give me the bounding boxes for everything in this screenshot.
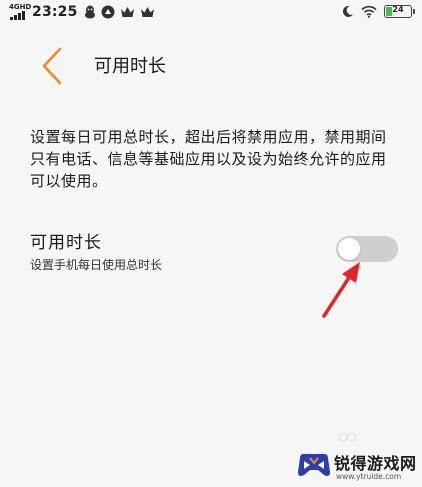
wifi-icon [361,5,377,18]
red-arrow-annotation [322,262,360,318]
signal-bars [10,11,25,20]
watermark-name: 锐得游戏网 [334,454,417,473]
setting-title: 可用时长 [30,233,102,253]
crown-icon [120,7,134,17]
toggle-knob [338,238,360,260]
page-title: 可用时长 [94,56,166,77]
battery-icon: 24 [384,5,415,18]
gamepad-logo-icon [298,453,330,476]
watermark: 锐得游戏网 www.ytruide.com [296,448,416,484]
battery-level: 24 [392,5,404,14]
status-time: 23:25 [32,4,78,20]
status-left: 4GHD 23:25 [8,3,155,21]
back-button[interactable] [34,44,74,88]
setting-subtitle: 设置手机每日使用总时长 [30,258,163,272]
qq-icon [84,5,95,19]
cellular-signal-icon: 4GHD [8,3,32,21]
faint-decoration: ○○ [338,430,356,443]
notification-icons [84,5,155,19]
chevron-left-icon [42,47,62,85]
status-right: 24 [341,5,415,18]
app-notification-icon [101,5,115,19]
network-type-label: 4GHD [9,3,32,11]
crown-icon [140,7,154,17]
status-bar: 4GHD 23:25 24 [0,0,422,26]
header: 可用时长 [0,36,422,96]
moon-icon [342,5,353,17]
watermark-url: www.ytruide.com [336,472,402,481]
description-text: 设置每日可用总时长，超出后将禁用应用，禁用期间只有电话、信息等基础应用以及设为始… [30,128,387,190]
